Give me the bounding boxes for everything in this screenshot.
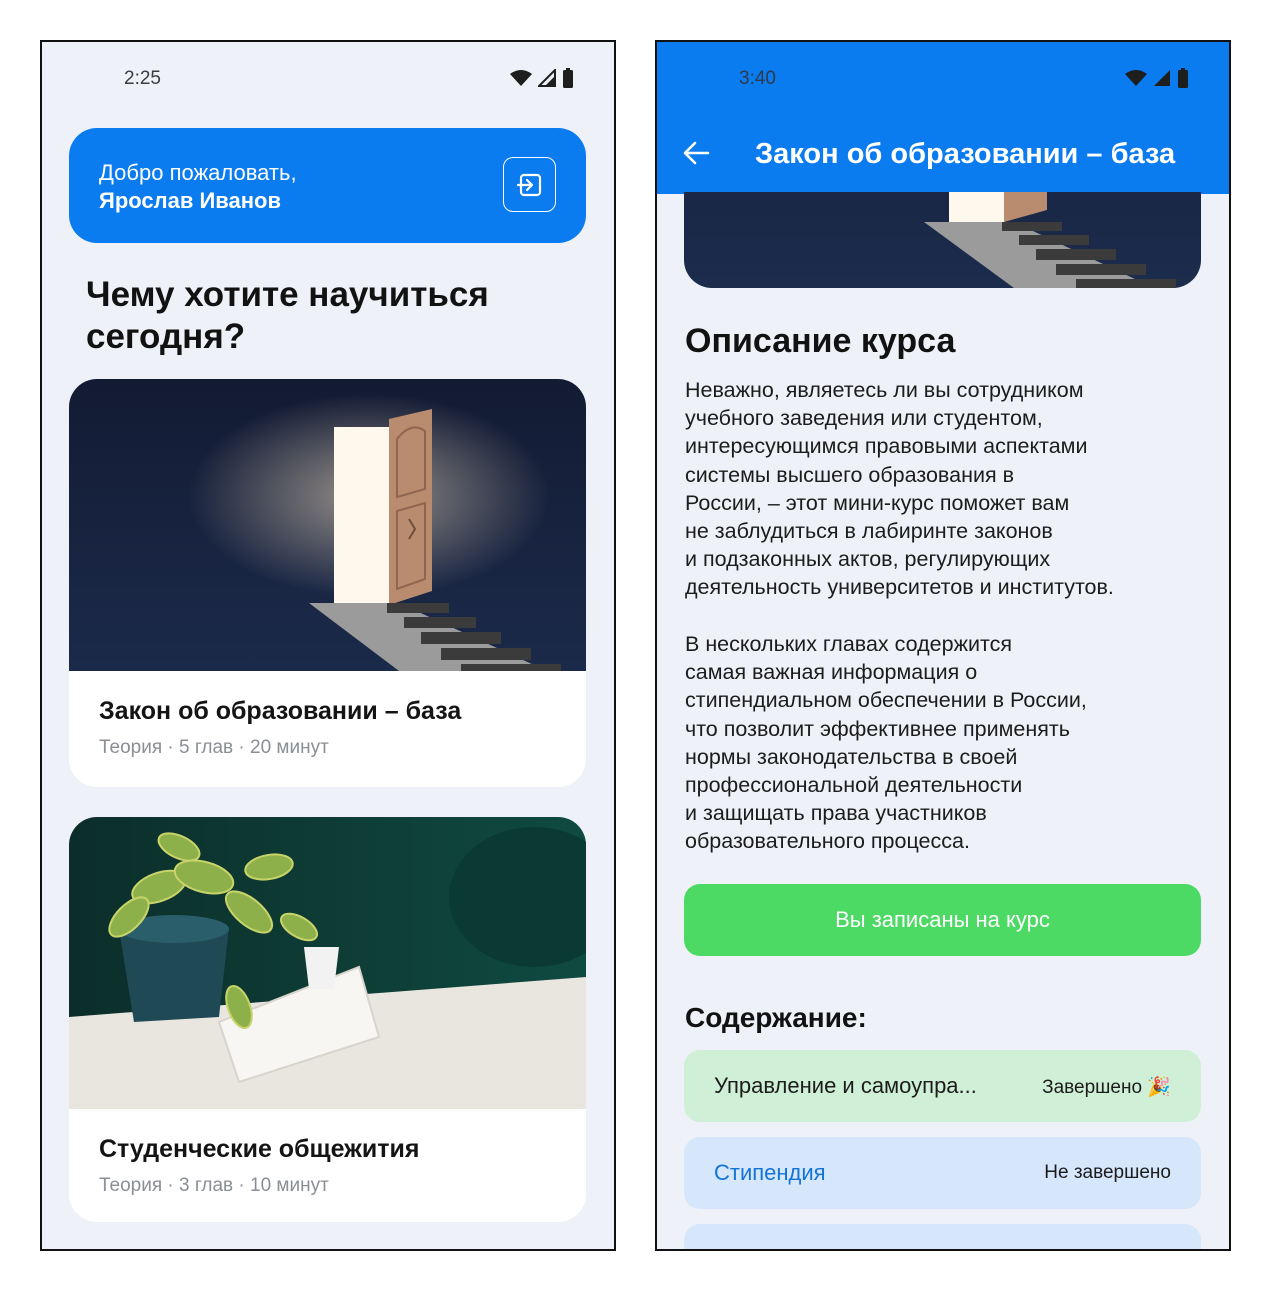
door-stairs-image bbox=[684, 192, 1201, 288]
welcome-greeting: Добро пожаловать, bbox=[99, 160, 297, 185]
course-cover-door-image bbox=[69, 379, 586, 671]
course-cover-plant-image bbox=[69, 817, 586, 1109]
chapter-name: Управление и самоупра... bbox=[714, 1073, 977, 1098]
signal-icon bbox=[1154, 70, 1170, 86]
back-arrow-icon[interactable] bbox=[682, 140, 710, 166]
description-paragraph: В нескольких главах содержится самая важ… bbox=[685, 632, 1087, 854]
wifi-icon bbox=[510, 70, 532, 86]
user-name: Ярослав Иванов bbox=[99, 188, 282, 213]
chapter-item[interactable] bbox=[684, 1224, 1201, 1249]
course-title: Закон об образовании – база bbox=[99, 697, 462, 725]
signal-icon bbox=[538, 69, 556, 87]
battery-icon bbox=[563, 68, 573, 88]
course-title: Студенческие общежития bbox=[99, 1135, 420, 1163]
welcome-banner: Добро пожаловать, Ярослав Иванов bbox=[69, 128, 586, 243]
course-hero-image bbox=[684, 192, 1201, 288]
status-time: 2:25 bbox=[124, 68, 161, 89]
page-title: Чему хотите научиться сегодня? bbox=[86, 275, 489, 356]
logout-icon bbox=[516, 173, 541, 196]
chapter-item[interactable]: Стипендия Не завершено bbox=[684, 1137, 1201, 1209]
app-bar: 3:40 Закон об образовании – база bbox=[657, 42, 1229, 194]
status-bar: 3:40 bbox=[657, 42, 1229, 118]
chapter-name: Стипендия bbox=[714, 1160, 826, 1185]
chapter-status: Не завершено bbox=[1044, 1162, 1171, 1183]
wifi-icon bbox=[1125, 70, 1147, 86]
course-card[interactable]: Студенческие общежития Теория · 3 глав ·… bbox=[69, 817, 586, 1222]
chapter-status: Завершено 🎉 bbox=[1042, 1077, 1171, 1098]
description-heading: Описание курса bbox=[685, 322, 956, 360]
status-bar: 2:25 bbox=[42, 42, 614, 118]
logout-button[interactable] bbox=[503, 157, 556, 212]
battery-icon bbox=[1178, 68, 1188, 88]
phone-course-screen: 3:40 Закон об образовании – база Описани… bbox=[655, 40, 1231, 1251]
chapter-item[interactable]: Управление и самоупра... Завершено 🎉 bbox=[684, 1050, 1201, 1122]
enrolled-button[interactable]: Вы записаны на курс bbox=[684, 884, 1201, 956]
status-time: 3:40 bbox=[739, 68, 776, 89]
course-meta: Теория · 5 глав · 20 минут bbox=[99, 737, 329, 758]
contents-heading: Содержание: bbox=[685, 1002, 867, 1033]
description-paragraph: Неважно, являетесь ли вы сотрудником уче… bbox=[685, 378, 1114, 600]
phone-home-screen: 2:25 Добро пожаловать, Ярослав Иванов Че… bbox=[40, 40, 616, 1251]
course-meta: Теория · 3 глав · 10 минут bbox=[99, 1175, 329, 1196]
course-card[interactable]: Закон об образовании – база Теория · 5 г… bbox=[69, 379, 586, 787]
screen-title: Закон об образовании – база bbox=[755, 138, 1176, 170]
